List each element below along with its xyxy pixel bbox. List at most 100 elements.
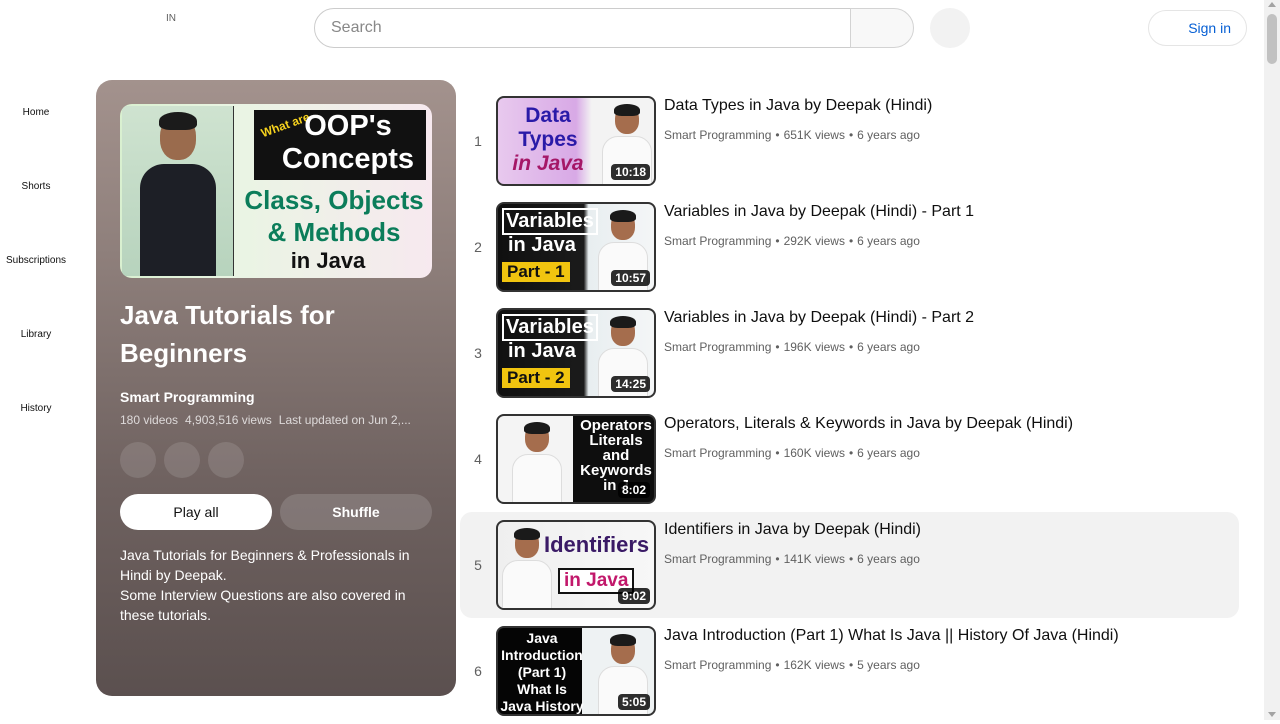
guide-item-label: Library — [20, 329, 52, 340]
thumb-text: in Java — [508, 340, 576, 362]
video-title[interactable]: Identifiers in Java by Deepak (Hindi) — [664, 521, 921, 539]
presenter-image — [122, 106, 234, 276]
list-item[interactable]: 4 Operators Literals and Keywords in J 8… — [460, 406, 1239, 512]
upload-age: 6 years ago — [857, 234, 920, 248]
voice-search-button[interactable] — [930, 8, 970, 48]
search-button[interactable] — [850, 8, 914, 48]
video-title[interactable]: Data Types in Java by Deepak (Hindi) — [664, 97, 932, 115]
video-count: 180 videos — [120, 413, 179, 427]
masthead: IN Search Sign in — [0, 0, 1264, 56]
scrollbar-thumb[interactable] — [1267, 14, 1277, 64]
playlist-channel-link[interactable]: Smart Programming — [120, 389, 255, 405]
thumb-text: Data Types in Java — [512, 104, 584, 175]
view-count: 160K views — [783, 446, 845, 460]
view-count: 4,903,516 views — [185, 413, 272, 427]
view-count: 651K views — [783, 128, 845, 142]
duration-badge: 8:02 — [617, 482, 650, 498]
description-line: Some Interview Questions are also covere… — [120, 587, 406, 623]
save-playlist-button[interactable] — [120, 442, 156, 478]
guide-item-shorts[interactable]: Shorts — [0, 130, 72, 204]
playlist-description: Java Tutorials for Beginners & Professio… — [120, 545, 420, 625]
upload-age: 5 years ago — [857, 658, 920, 672]
scroll-down-arrow-icon[interactable] — [1268, 712, 1276, 717]
list-item[interactable]: 1 Data Types in Java 10:18 Data Types in J… — [460, 88, 1239, 194]
view-count: 141K views — [783, 552, 845, 566]
guide-item-home[interactable]: Home — [0, 56, 72, 130]
country-code: IN — [166, 13, 176, 24]
thumb-text-line1: OOP's Concepts — [281, 110, 415, 175]
playlist-thumbnail[interactable]: What are OOP's Concepts Class, Objects &… — [120, 104, 432, 278]
video-title[interactable]: Operators, Literals & Keywords in Java b… — [664, 415, 1073, 433]
channel-name[interactable]: Smart Programming — [664, 658, 771, 672]
list-item[interactable]: 6 Java Introduction (Part 1) What Is Jav… — [460, 618, 1239, 724]
presenter-image — [512, 422, 562, 502]
guide-item-subscriptions[interactable]: Subscriptions — [0, 204, 72, 278]
video-meta: Smart Programming • 162K views • 5 years ago — [664, 658, 920, 672]
video-meta: Smart Programming • 292K views • 6 years ago — [664, 234, 920, 248]
search-input[interactable]: Search — [314, 8, 851, 48]
video-index: 6 — [474, 663, 482, 679]
thumb-text: Variables — [502, 208, 598, 235]
upload-age: 6 years ago — [857, 128, 920, 142]
video-thumbnail[interactable]: Data Types in Java 10:18 — [496, 96, 656, 186]
video-thumbnail[interactable]: Identifiers in Java 9:02 — [496, 520, 656, 610]
video-meta: Smart Programming • 651K views • 6 years ago — [664, 128, 920, 142]
list-item[interactable]: 3 Variables in Java Part - 2 14:25 Varia… — [460, 300, 1239, 406]
video-index: 1 — [474, 133, 482, 149]
guide-item-label: History — [20, 403, 52, 414]
video-thumbnail[interactable]: Operators Literals and Keywords in J 8:0… — [496, 414, 656, 504]
thumb-text-line3: in Java — [290, 248, 366, 273]
search-placeholder: Search — [331, 19, 382, 36]
sign-in-label: Sign in — [1188, 20, 1231, 36]
view-count: 292K views — [783, 234, 845, 248]
video-index: 5 — [474, 557, 482, 573]
video-index: 3 — [474, 345, 482, 361]
view-count: 162K views — [783, 658, 845, 672]
video-title[interactable]: Java Introduction (Part 1) What Is Java … — [664, 627, 1119, 645]
sign-in-button[interactable]: Sign in — [1148, 10, 1247, 46]
list-item[interactable]: 5 Identifiers in Java 9:02 Identifiers i… — [460, 512, 1239, 618]
scroll-up-arrow-icon[interactable] — [1268, 2, 1276, 7]
channel-name[interactable]: Smart Programming — [664, 340, 771, 354]
guide-item-label: Shorts — [21, 181, 51, 192]
video-thumbnail[interactable]: Variables in Java Part - 1 10:57 — [496, 202, 656, 292]
thumb-text: Part - 2 — [502, 368, 570, 388]
duration-badge: 9:02 — [617, 588, 650, 604]
upload-age: 6 years ago — [857, 446, 920, 460]
shuffle-button[interactable]: Shuffle — [280, 494, 432, 530]
playlist-header: What are OOP's Concepts Class, Objects &… — [96, 80, 456, 696]
video-title[interactable]: Variables in Java by Deepak (Hindi) - Pa… — [664, 309, 974, 327]
guide-item-history[interactable]: History — [0, 352, 72, 426]
channel-name[interactable]: Smart Programming — [664, 552, 771, 566]
channel-name[interactable]: Smart Programming — [664, 234, 771, 248]
video-meta: Smart Programming • 160K views • 6 years ago — [664, 446, 920, 460]
playlist-title: Java Tutorials for Beginners — [120, 300, 335, 368]
channel-name[interactable]: Smart Programming — [664, 446, 771, 460]
video-index: 4 — [474, 451, 482, 467]
video-index: 2 — [474, 239, 482, 255]
video-title[interactable]: Variables in Java by Deepak (Hindi) - Pa… — [664, 203, 974, 221]
list-item[interactable]: 2 Variables in Java Part - 1 10:57 Varia… — [460, 194, 1239, 300]
video-thumbnail[interactable]: Java Introduction (Part 1) What Is Java … — [496, 626, 656, 716]
view-count: 196K views — [783, 340, 845, 354]
description-line: Java Tutorials for Beginners & Professio… — [120, 547, 410, 583]
duration-badge: 14:25 — [611, 376, 650, 392]
video-meta: Smart Programming • 196K views • 6 years ago — [664, 340, 920, 354]
thumb-text: Identifiers — [544, 532, 650, 557]
thumb-text: Variables — [502, 314, 598, 341]
last-updated: Last updated on Jun 2,... — [278, 413, 410, 427]
more-actions-button[interactable] — [208, 442, 244, 478]
page-scrollbar[interactable] — [1264, 0, 1280, 720]
video-meta: Smart Programming • 141K views • 6 years ago — [664, 552, 920, 566]
play-all-button[interactable]: Play all — [120, 494, 272, 530]
share-button[interactable] — [164, 442, 200, 478]
video-thumbnail[interactable]: Variables in Java Part - 2 14:25 — [496, 308, 656, 398]
shuffle-label: Shuffle — [332, 504, 380, 520]
duration-badge: 10:57 — [611, 270, 650, 286]
duration-badge: 10:18 — [611, 164, 650, 180]
guide-item-label: Home — [22, 107, 50, 118]
upload-age: 6 years ago — [857, 552, 920, 566]
guide-item-library[interactable]: Library — [0, 278, 72, 352]
channel-name[interactable]: Smart Programming — [664, 128, 771, 142]
thumb-text: Java Introduction (Part 1) What Is Java … — [500, 630, 584, 714]
